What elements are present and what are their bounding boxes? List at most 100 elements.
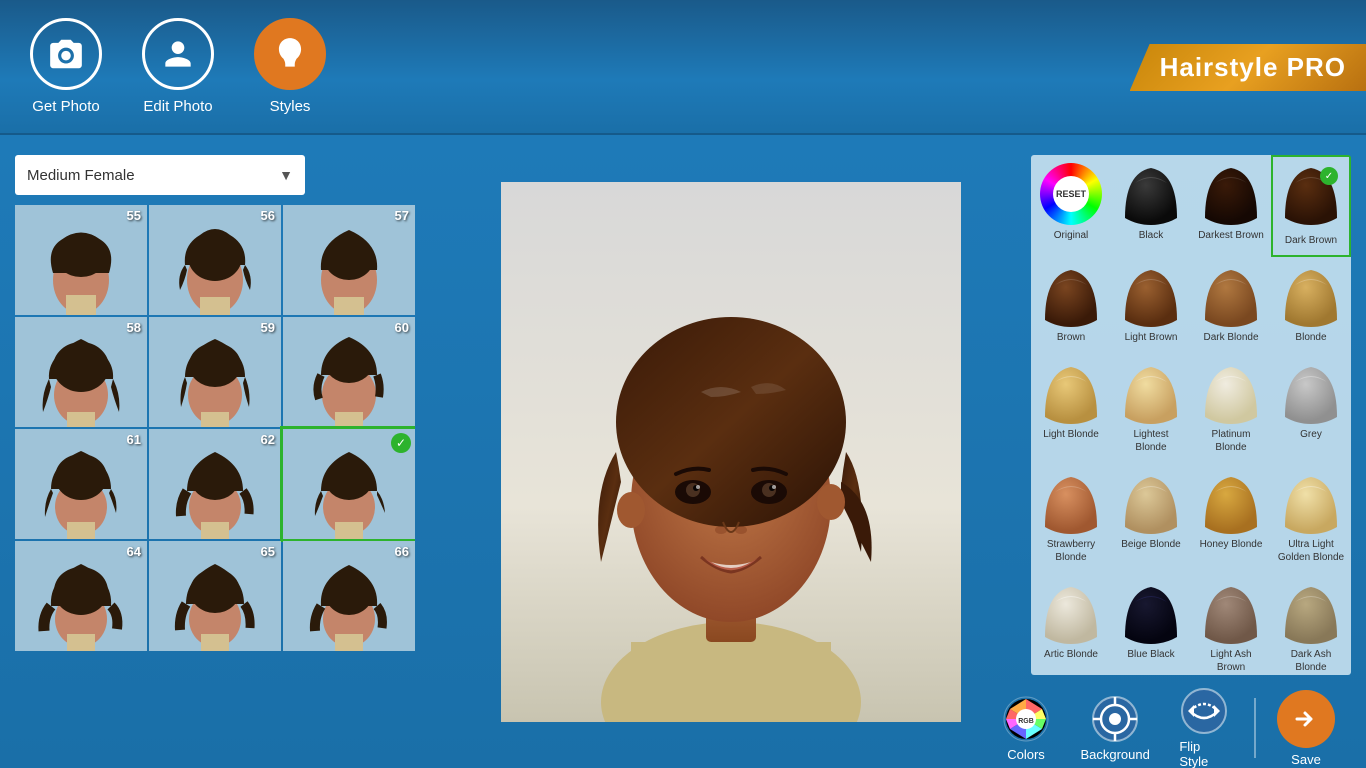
- nav-styles[interactable]: Styles: [254, 18, 326, 115]
- style-item-60[interactable]: 60: [283, 317, 415, 427]
- style-number-66: 66: [395, 544, 409, 559]
- style-item-64[interactable]: 64: [15, 541, 147, 651]
- honey-blonde-swatch: [1200, 472, 1262, 534]
- bottom-toolbar: RGB Colors Background: [966, 688, 1366, 768]
- strawberry-blonde-swatch: [1040, 472, 1102, 534]
- color-label-artic-blonde: Artic Blonde: [1044, 648, 1098, 661]
- style-62-preview: [165, 429, 265, 539]
- style-66-preview: [299, 541, 399, 651]
- color-label-blonde: Blonde: [1295, 331, 1326, 344]
- toolbar-flip-style[interactable]: Flip Style: [1164, 679, 1244, 768]
- color-item-black[interactable]: Black: [1111, 155, 1191, 257]
- color-grid: RESET Original Black: [1031, 155, 1351, 675]
- blonde-swatch: [1280, 265, 1342, 327]
- app-header: Get Photo Edit Photo Styles Hairstyle PR…: [0, 0, 1366, 135]
- color-item-grey[interactable]: Grey: [1271, 354, 1351, 464]
- category-dropdown[interactable]: Medium Female ▼: [15, 155, 305, 195]
- color-item-ultra-light-golden-blonde[interactable]: Ultra Light Golden Blonde: [1271, 464, 1351, 574]
- original-swatch: RESET: [1040, 163, 1102, 225]
- style-number-58: 58: [127, 320, 141, 335]
- toolbar-colors[interactable]: RGB Colors: [986, 687, 1066, 768]
- photo-preview-panel: [430, 135, 1031, 768]
- style-number-56: 56: [261, 208, 275, 223]
- photo-display: [501, 182, 961, 722]
- get-photo-label: Get Photo: [32, 98, 100, 115]
- color-item-lightest-blonde[interactable]: Lightest Blonde: [1111, 354, 1191, 464]
- style-item-65[interactable]: 65: [149, 541, 281, 651]
- color-item-strawberry-blonde[interactable]: Strawberry Blonde: [1031, 464, 1111, 574]
- style-61-preview: [31, 429, 131, 539]
- color-item-blue-black[interactable]: Blue Black: [1111, 574, 1191, 675]
- style-59-preview: [165, 317, 265, 427]
- color-label-black: Black: [1139, 229, 1163, 242]
- dropdown-value: Medium Female: [27, 167, 135, 184]
- style-item-55[interactable]: 55: [15, 205, 147, 315]
- toolbar-background[interactable]: Background: [1071, 687, 1159, 768]
- color-item-light-blonde[interactable]: Light Blonde: [1031, 354, 1111, 464]
- color-label-honey-blonde: Honey Blonde: [1200, 538, 1263, 551]
- color-selector-panel: RESET Original Black: [1031, 155, 1351, 675]
- color-item-brown[interactable]: Brown: [1031, 257, 1111, 354]
- color-item-light-ash-brown[interactable]: Light Ash Brown: [1191, 574, 1271, 675]
- color-item-blonde[interactable]: Blonde: [1271, 257, 1351, 354]
- color-item-dark-ash-blonde[interactable]: Dark Ash Blonde: [1271, 574, 1351, 675]
- style-65-preview: [165, 541, 265, 651]
- color-item-original[interactable]: RESET Original: [1031, 155, 1111, 257]
- background-toolbar-icon: [1091, 695, 1139, 743]
- style-item-59[interactable]: 59: [149, 317, 281, 427]
- artic-blonde-swatch: [1040, 582, 1102, 644]
- main-navigation: Get Photo Edit Photo Styles: [30, 18, 326, 115]
- style-item-61[interactable]: 61: [15, 429, 147, 539]
- color-item-light-brown[interactable]: Light Brown: [1111, 257, 1191, 354]
- style-63-preview: [299, 429, 399, 539]
- dark-blonde-swatch: [1200, 265, 1262, 327]
- color-item-dark-brown[interactable]: ✓ Dark Brown: [1271, 155, 1351, 257]
- color-item-honey-blonde[interactable]: Honey Blonde: [1191, 464, 1271, 574]
- color-item-artic-blonde[interactable]: Artic Blonde: [1031, 574, 1111, 675]
- style-57-preview: [299, 205, 399, 315]
- style-number-60: 60: [395, 320, 409, 335]
- color-item-platinum-blonde[interactable]: Platinum Blonde: [1191, 354, 1271, 464]
- toolbar-divider: [1254, 698, 1256, 758]
- color-item-darkest-brown[interactable]: Darkest Brown: [1191, 155, 1271, 257]
- style-item-62[interactable]: 62: [149, 429, 281, 539]
- color-label-light-brown: Light Brown: [1125, 331, 1178, 344]
- light-brown-swatch: [1120, 265, 1182, 327]
- style-item-58[interactable]: 58: [15, 317, 147, 427]
- nav-get-photo[interactable]: Get Photo: [30, 18, 102, 115]
- style-selector-panel: Medium Female ▼ 55: [0, 135, 430, 768]
- color-label-dark-brown: Dark Brown: [1285, 234, 1337, 247]
- svg-text:RGB: RGB: [1018, 718, 1034, 725]
- main-content: Medium Female ▼ 55: [0, 135, 1366, 768]
- style-item-56[interactable]: 56: [149, 205, 281, 315]
- style-item-66[interactable]: 66: [283, 541, 415, 651]
- save-arrow-icon: [1289, 702, 1323, 736]
- styles-icon-circle: [254, 18, 326, 90]
- get-photo-icon-circle: [30, 18, 102, 90]
- colors-toolbar-label: Colors: [1007, 747, 1045, 762]
- style-60-preview: [299, 317, 399, 427]
- color-label-ultra-light-golden-blonde: Ultra Light Golden Blonde: [1277, 538, 1345, 564]
- color-item-beige-blonde[interactable]: Beige Blonde: [1111, 464, 1191, 574]
- save-icon-circle: [1277, 690, 1335, 748]
- color-item-dark-blonde[interactable]: Dark Blonde: [1191, 257, 1271, 354]
- style-number-59: 59: [261, 320, 275, 335]
- edit-photo-label: Edit Photo: [143, 98, 212, 115]
- color-label-light-blonde: Light Blonde: [1043, 428, 1099, 441]
- style-item-63[interactable]: ✓: [283, 429, 415, 539]
- app-title-banner: Hairstyle PRO: [1130, 44, 1366, 91]
- color-label-dark-blonde: Dark Blonde: [1203, 331, 1258, 344]
- person-icon: [159, 35, 197, 73]
- style-item-57[interactable]: 57: [283, 205, 415, 315]
- app-title: Hairstyle PRO: [1160, 52, 1346, 82]
- edit-photo-icon-circle: [142, 18, 214, 90]
- lightest-blonde-swatch: [1120, 362, 1182, 424]
- brown-swatch: [1040, 265, 1102, 327]
- preview-image: [501, 182, 961, 722]
- toolbar-save[interactable]: Save: [1266, 682, 1346, 768]
- color-label-original: Original: [1054, 229, 1088, 242]
- style-number-65: 65: [261, 544, 275, 559]
- color-label-dark-ash-blonde: Dark Ash Blonde: [1277, 648, 1345, 674]
- nav-edit-photo[interactable]: Edit Photo: [142, 18, 214, 115]
- black-swatch: [1120, 163, 1182, 225]
